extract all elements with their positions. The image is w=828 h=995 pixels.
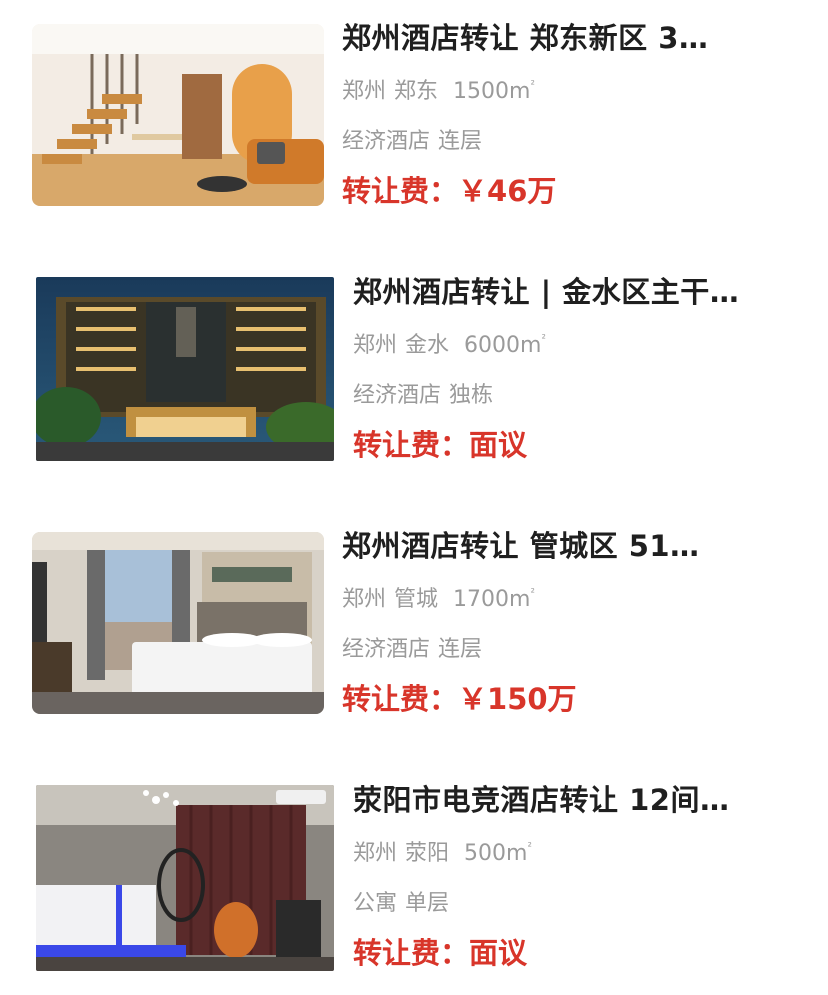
- listing-card[interactable]: 荥阳市电竞酒店转让 12间… 郑州 荥阳 500m² 公寓 单层 转让费：面议: [0, 782, 828, 982]
- listing-tags: 公寓 单层: [353, 889, 808, 919]
- listing-image[interactable]: [36, 785, 334, 971]
- listing-city: 郑州: [353, 333, 398, 358]
- listing-area: 500m²: [464, 840, 532, 866]
- listing-image[interactable]: [32, 24, 324, 206]
- price-label: 转让费：: [353, 936, 470, 970]
- price-label: 转让费：: [342, 174, 459, 208]
- listing-card[interactable]: 郑州酒店转让 | 金水区主干… 郑州 金水 6000m² 经济酒店 独栋 转让费：面…: [0, 274, 828, 474]
- listing-type: 经济酒店: [342, 637, 431, 662]
- listing-card[interactable]: 郑州酒店转让 郑东新区 3… 郑州 郑东 1500m² 经济酒店 连层 转让费：￥4…: [0, 20, 828, 220]
- listing-district: 金水: [405, 333, 450, 358]
- listing-city: 郑州: [353, 841, 398, 866]
- listing-floor: 独栋: [449, 383, 494, 408]
- price-value: ￥150万: [458, 682, 577, 716]
- listing-card[interactable]: 郑州酒店转让 管城区 51… 郑州 管城 1700m² 经济酒店 连层 转让费：￥1…: [0, 528, 828, 728]
- price-value: 面议: [469, 936, 528, 970]
- listing-location: 郑州 金水 6000m²: [353, 324, 808, 361]
- listing-price: 转让费：面议: [353, 427, 808, 463]
- price-label: 转让费：: [342, 682, 459, 716]
- price-value: ￥46万: [458, 174, 557, 208]
- listing-price: 转让费：面议: [353, 935, 808, 971]
- listing-title[interactable]: 郑州酒店转让 郑东新区 3…: [342, 20, 808, 56]
- listing-image[interactable]: [32, 532, 324, 714]
- listing-area: 6000m²: [464, 332, 546, 358]
- listing-location: 郑州 郑东 1500m²: [342, 70, 808, 107]
- listing-city: 郑州: [342, 587, 387, 612]
- listing-floor: 单层: [405, 891, 450, 916]
- listing-location: 郑州 管城 1700m²: [342, 578, 808, 615]
- listing-tags: 经济酒店 连层: [342, 127, 808, 157]
- listing-type: 经济酒店: [342, 129, 431, 154]
- listing-floor: 连层: [438, 637, 483, 662]
- listing-location: 郑州 荥阳 500m²: [353, 832, 808, 869]
- listing-title[interactable]: 郑州酒店转让 | 金水区主干…: [353, 274, 808, 310]
- listing-title[interactable]: 郑州酒店转让 管城区 51…: [342, 528, 808, 564]
- listing-district: 郑东: [394, 79, 439, 104]
- listing-district: 管城: [394, 587, 439, 612]
- listing-type: 公寓: [353, 891, 398, 916]
- listing-type: 经济酒店: [353, 383, 442, 408]
- listing-tags: 经济酒店 独栋: [353, 381, 808, 411]
- price-value: 面议: [469, 428, 528, 462]
- listing-price: 转让费：￥150万: [342, 681, 808, 717]
- listing-floor: 连层: [438, 129, 483, 154]
- listing-price: 转让费：￥46万: [342, 173, 808, 209]
- listing-city: 郑州: [342, 79, 387, 104]
- listing-area: 1500m²: [453, 78, 535, 104]
- listing-image[interactable]: [36, 277, 334, 461]
- listing-tags: 经济酒店 连层: [342, 635, 808, 665]
- listing-area: 1700m²: [453, 586, 535, 612]
- price-label: 转让费：: [353, 428, 470, 462]
- listing-district: 荥阳: [405, 841, 450, 866]
- listing-title[interactable]: 荥阳市电竞酒店转让 12间…: [353, 782, 808, 818]
